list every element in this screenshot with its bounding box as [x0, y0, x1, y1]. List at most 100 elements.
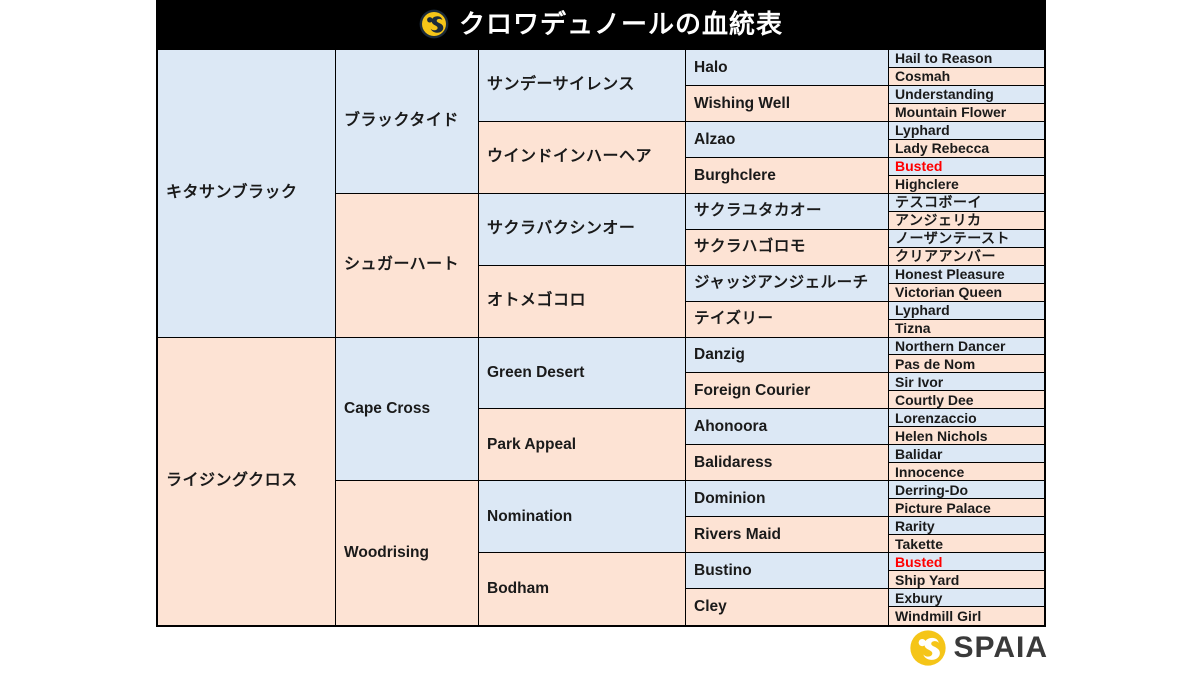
horse-name: オトメゴコロ [487, 292, 587, 310]
horse-name: Picture Palace [895, 499, 991, 516]
horse-name: Busted [895, 158, 943, 175]
pedigree-cell: Pas de Nom [889, 355, 1044, 374]
horse-name: Highclere [895, 176, 959, 193]
pedigree-cell: ライジングクロス [158, 337, 336, 625]
generation-4-column: Halo Wishing Well Alzao Burghclere サクラユタカオーサ… [686, 50, 889, 625]
horse-name: ジャッジアンジェルーチ [694, 274, 869, 292]
pedigree-cell: テスコボーイ [889, 193, 1044, 212]
horse-name: Cley [694, 598, 727, 616]
horse-name: Green Desert [487, 364, 585, 382]
pedigree-cell: Tizna [889, 319, 1044, 338]
horse-name: Balidar [895, 445, 943, 462]
horse-name: Nomination [487, 507, 573, 525]
generation-5-column: Hail to Reason Cosmah Understanding Mountai… [889, 50, 1044, 625]
pedigree-cell: シュガーハート [336, 193, 479, 338]
horse-name: Lorenzaccio [895, 409, 977, 426]
horse-name: Dominion [694, 489, 766, 507]
horse-name: テスコボーイ [895, 194, 982, 211]
horse-name: Burghclere [694, 166, 776, 184]
horse-name: Balidaress [694, 454, 773, 472]
pedigree-cell: Picture Palace [889, 499, 1044, 518]
horse-name: ライジングクロス [166, 472, 298, 490]
horse-name: Rivers Maid [694, 525, 782, 543]
horse-name: アンジェリカ [895, 212, 982, 229]
pedigree-cell: キタサンブラック [158, 50, 336, 338]
horse-name: テイズリー [694, 310, 774, 328]
horse-name: サクラユタカオー [694, 202, 823, 220]
horse-name: Pas de Nom [895, 355, 976, 372]
generation-2-column: ブラックタイド シュガーハート Cape Cross Woodrising [336, 50, 479, 625]
horse-name: Bodham [487, 580, 549, 598]
pedigree-cell: ジャッジアンジェルーチ [686, 265, 889, 302]
generation-1-column: キタサンブラック ライジングクロス [158, 50, 336, 625]
horse-name: Rarity [895, 517, 935, 534]
spaia-swirl-logo-icon [909, 630, 946, 666]
horse-name: Exbury [895, 589, 943, 606]
horse-name: Tizna [895, 320, 931, 337]
pedigree-cell: サクラユタカオー [686, 193, 889, 230]
pedigree-cell: Balidaress [686, 445, 889, 482]
horse-name: Lady Rebecca [895, 140, 990, 157]
page-title: クロワデュノールの血統表 [458, 9, 783, 39]
pedigree-cell: Halo [686, 50, 889, 86]
horse-name: Takette [895, 535, 943, 552]
horse-name: キタサンブラック [166, 184, 298, 202]
pedigree-cell: Lorenzaccio [889, 409, 1044, 428]
pedigree-cell: Exbury [889, 589, 1044, 608]
pedigree-cell: Victorian Queen [889, 283, 1044, 302]
horse-name: Busted [895, 553, 943, 570]
pedigree-cell: Cosmah [889, 67, 1044, 86]
pedigree-cell: Mountain Flower [889, 103, 1044, 122]
horse-name: Northern Dancer [895, 337, 1006, 354]
pedigree-cell: ブラックタイド [336, 50, 479, 194]
pedigree-cell: Courtly Dee [889, 391, 1044, 410]
horse-name: Lyphard [895, 302, 950, 319]
generation-3-column: サンデーサイレンス ウインドインハーヘア サクラバクシンオー オトメゴコロ Green … [479, 50, 686, 625]
horse-name: Cosmah [895, 68, 951, 85]
horse-name: Woodrising [344, 544, 429, 562]
pedigree-sheet: クロワデュノールの血統表 キタサンブラック ライジングクロス ブラックタイド シュガ… [0, 0, 1200, 674]
horse-name: Halo [694, 58, 728, 76]
pedigree-cell: Hail to Reason [889, 50, 1044, 68]
pedigree-cell: Nomination [479, 481, 686, 554]
horse-name: Lyphard [895, 122, 950, 139]
pedigree-cell: Rarity [889, 517, 1044, 536]
horse-name: ウインドインハーヘア [487, 148, 653, 166]
pedigree-cell: サクラバクシンオー [479, 193, 686, 266]
pedigree-cell: サクラハゴロモ [686, 229, 889, 266]
horse-name: Helen Nichols [895, 427, 988, 444]
horse-name: Alzao [694, 130, 736, 148]
pedigree-cell: アンジェリカ [889, 211, 1044, 230]
horse-name: ノーザンテースト [895, 230, 1011, 247]
pedigree-cell: オトメゴコロ [479, 265, 686, 338]
pedigree-cell: Northern Dancer [889, 337, 1044, 356]
pedigree-cell: Sir Ivor [889, 373, 1044, 392]
horse-name: サクラハゴロモ [694, 238, 806, 256]
title-bar: クロワデュノールの血統表 [156, 0, 1046, 48]
horse-name: Mountain Flower [895, 104, 1007, 121]
pedigree-cell: クリアアンバー [889, 247, 1044, 266]
pedigree-cell: Ship Yard [889, 571, 1044, 590]
pedigree-cell: Takette [889, 535, 1044, 554]
pedigree-cell: Park Appeal [479, 409, 686, 482]
horse-name: Cape Cross [344, 400, 431, 418]
horse-name: クリアアンバー [895, 248, 996, 265]
horse-name: Wishing Well [694, 94, 791, 112]
pedigree-cell: Bodham [479, 553, 686, 625]
pedigree-cell: テイズリー [686, 301, 889, 338]
pedigree-cell: Woodrising [336, 481, 479, 625]
horse-name: サクラバクシンオー [487, 220, 636, 238]
pedigree-cell: Wishing Well [686, 85, 889, 122]
pedigree-cell: Lady Rebecca [889, 139, 1044, 158]
horse-name: Foreign Courier [694, 382, 811, 400]
pedigree-cell: Busted [889, 157, 1044, 176]
horse-name: Hail to Reason [895, 50, 993, 67]
pedigree-cell: Innocence [889, 463, 1044, 482]
pedigree-cell: Lyphard [889, 121, 1044, 140]
pedigree-table: キタサンブラック ライジングクロス ブラックタイド シュガーハート Cape Cros… [156, 48, 1046, 627]
pedigree-cell: Highclere [889, 175, 1044, 194]
horse-name: Ship Yard [895, 571, 960, 588]
horse-name: Courtly Dee [895, 391, 974, 408]
pedigree-cell: Helen Nichols [889, 427, 1044, 446]
pedigree-cell: Rivers Maid [686, 517, 889, 554]
